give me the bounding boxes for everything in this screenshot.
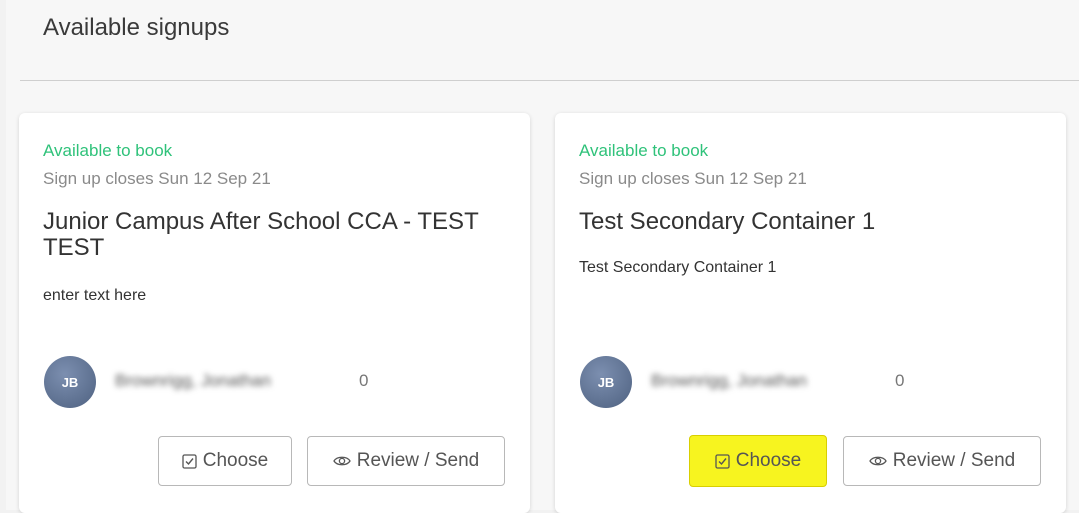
review-send-button[interactable]: Review / Send (843, 436, 1041, 486)
title-divider (20, 80, 1079, 81)
signup-title: Test Secondary Container 1 (579, 208, 876, 235)
review-send-label: Review / Send (356, 450, 480, 471)
availability-status: Available to book (579, 141, 709, 160)
eye-icon (868, 454, 887, 468)
signup-card: Available to book Sign up closes Sun 12 … (555, 113, 1066, 513)
avatar: JB (44, 356, 96, 408)
closing-date: Sign up closes Sun 12 Sep 21 (43, 169, 271, 188)
avatar: JB (580, 356, 632, 408)
owner-name: Brownrigg, Jonathan (115, 371, 271, 390)
choose-button[interactable]: Choose (158, 436, 292, 486)
checkbox-icon (715, 453, 730, 469)
signup-card: Available to book Sign up closes Sun 12 … (19, 113, 530, 513)
signup-count: 0 (359, 371, 369, 390)
owner-name: Brownrigg, Jonathan (651, 371, 807, 390)
review-send-label: Review / Send (892, 450, 1016, 471)
signup-title: Junior Campus After School CCA - TEST TE… (43, 208, 479, 261)
signup-description: enter text here (43, 287, 147, 304)
choose-button[interactable]: Choose (689, 435, 827, 487)
signup-description: Test Secondary Container 1 (579, 259, 777, 276)
availability-status: Available to book (43, 141, 173, 160)
choose-label: Choose (735, 450, 802, 471)
signup-count: 0 (895, 371, 905, 390)
checkbox-icon (182, 453, 197, 469)
choose-label: Choose (202, 450, 269, 471)
review-send-button[interactable]: Review / Send (307, 436, 505, 486)
eye-icon (332, 454, 351, 468)
closing-date: Sign up closes Sun 12 Sep 21 (579, 169, 807, 188)
page-title: Available signups (43, 14, 230, 41)
